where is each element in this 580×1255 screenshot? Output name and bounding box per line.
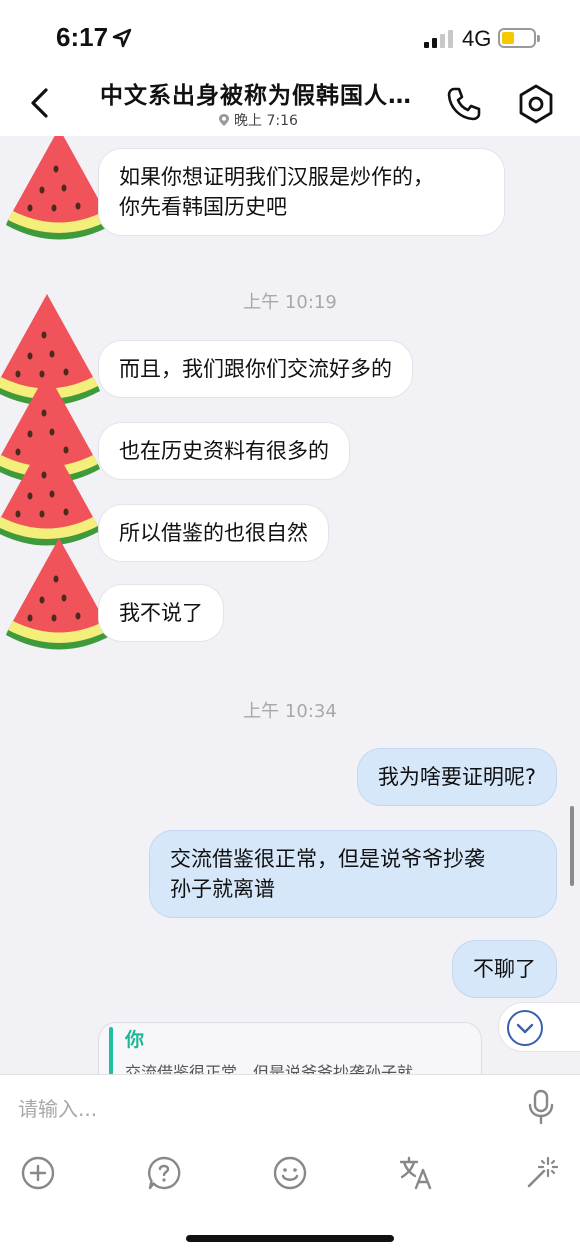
watermelon-avatar-icon[interactable] xyxy=(4,534,114,654)
chat-area[interactable]: 如果你想证明我们汉服是炒作的， 你先看韩国历史吧 上午 10:19 而且，我们跟… xyxy=(0,136,580,1074)
home-indicator[interactable] xyxy=(186,1235,394,1242)
status-bar: 6:17 4G xyxy=(0,0,580,76)
outgoing-message[interactable]: 不聊了 xyxy=(452,940,557,998)
chat-subtitle: 晚上 7:16 xyxy=(218,110,298,130)
settings-icon[interactable] xyxy=(518,84,554,124)
timestamp: 上午 10:34 xyxy=(243,701,337,722)
add-icon[interactable] xyxy=(20,1155,56,1191)
incoming-message[interactable]: 我不说了 xyxy=(98,584,224,642)
scrollbar[interactable] xyxy=(570,806,574,886)
phone-icon[interactable] xyxy=(446,86,482,122)
incoming-message[interactable]: 所以借鉴的也很自然 xyxy=(98,504,329,562)
scroll-to-bottom-button[interactable] xyxy=(498,1002,580,1052)
reply-quote: 交流借鉴很正常，但是说爷爷抄袭孙子就 xyxy=(125,1063,414,1074)
composer xyxy=(0,1074,580,1255)
watermelon-avatar-icon[interactable] xyxy=(0,430,102,550)
outgoing-message[interactable]: 我为啥要证明呢? xyxy=(356,748,557,806)
emoji-icon[interactable] xyxy=(272,1155,308,1191)
battery-icon xyxy=(498,28,540,48)
back-icon[interactable] xyxy=(28,86,50,120)
incoming-message[interactable]: 如果你想证明我们汉服是炒作的， 你先看韩国历史吧 xyxy=(98,148,505,236)
last-seen-time: 晚上 7:16 xyxy=(234,113,298,129)
chevron-down-icon xyxy=(516,1023,534,1034)
reply-sender: 你 xyxy=(125,1029,145,1051)
translate-icon[interactable] xyxy=(398,1155,434,1191)
reply-preview[interactable]: 你 交流借鉴很正常，但是说爷爷抄袭孙子就 xyxy=(98,1022,482,1074)
incoming-message[interactable]: 也在历史资料有很多的 xyxy=(98,422,350,480)
magic-icon[interactable] xyxy=(524,1155,560,1191)
chat-title[interactable]: 中文系出身被称为假韩国人… xyxy=(100,76,430,110)
chat-header: 中文系出身被称为假韩国人… 晚上 7:16 xyxy=(0,76,580,136)
microphone-icon[interactable] xyxy=(526,1089,556,1125)
signal-icon xyxy=(424,30,453,48)
incoming-message[interactable]: 而且，我们跟你们交流好多的 xyxy=(98,340,413,398)
outgoing-message[interactable]: 交流借鉴很正常，但是说爷爷抄袭 孙子就离谱 xyxy=(149,830,557,918)
status-time: 6:17 xyxy=(56,22,109,52)
network-label: 4G xyxy=(462,26,492,51)
reply-accent-bar xyxy=(109,1027,113,1074)
location-pin-icon xyxy=(219,114,229,126)
location-arrow-icon xyxy=(112,28,132,48)
help-icon[interactable] xyxy=(146,1155,182,1191)
message-input[interactable] xyxy=(18,1089,498,1129)
timestamp: 上午 10:19 xyxy=(243,292,337,313)
